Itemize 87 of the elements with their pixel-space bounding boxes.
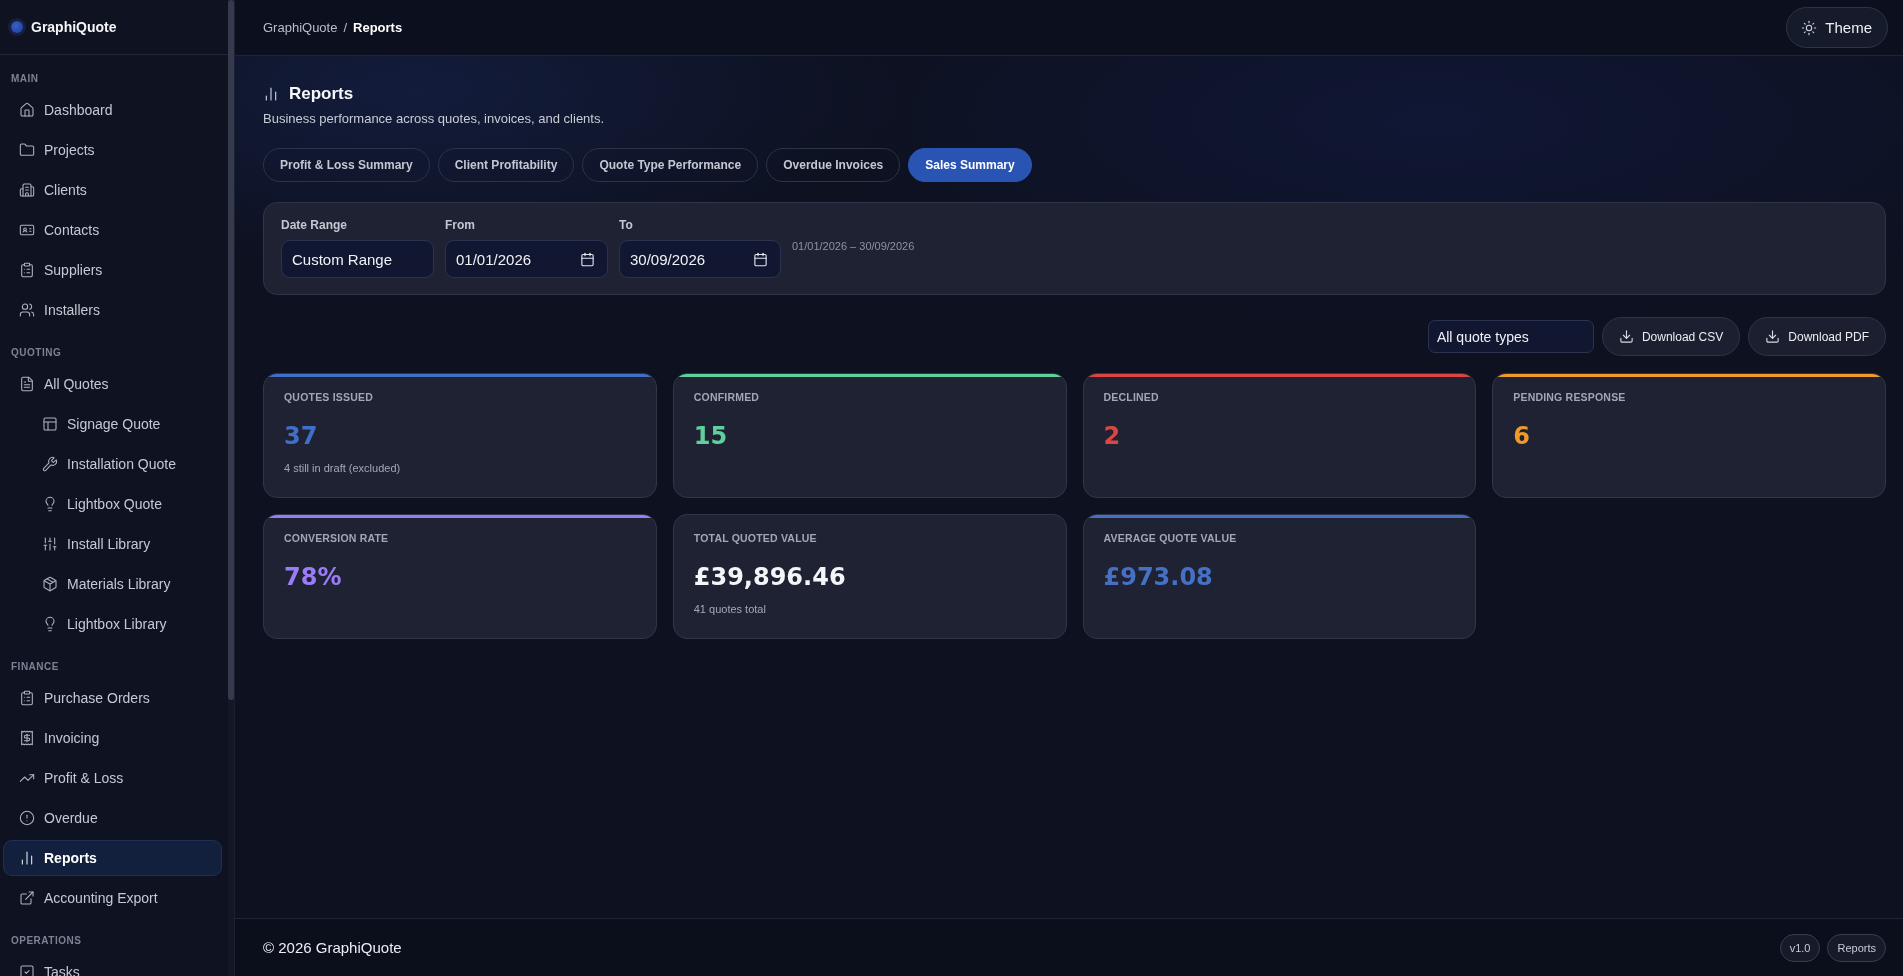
footer-tag: Reports — [1827, 933, 1886, 962]
date-field[interactable]: 01/01/2026 — [445, 240, 608, 278]
nav-item[interactable]: Purchase Orders — [3, 680, 222, 716]
stat-value: £973.08 — [1103, 562, 1214, 592]
nav-subitem[interactable]: Lightbox Library — [3, 606, 222, 642]
field-label: Date Range — [281, 218, 349, 233]
stat-label: DECLINED — [1103, 391, 1160, 404]
wrench-icon — [42, 456, 58, 472]
section-label: FINANCE — [10, 660, 60, 674]
nav-subitem[interactable]: Signage Quote — [3, 406, 222, 442]
receipt-icon — [19, 730, 35, 746]
checkbox-icon — [19, 964, 35, 976]
nav-subitem[interactable]: Install Library — [3, 526, 222, 562]
nav-item[interactable]: Dashboard — [3, 92, 222, 128]
bar-chart-icon — [263, 86, 279, 102]
stat-label: CONFIRMED — [693, 391, 761, 404]
stat-label: PENDING RESPONSE — [1513, 391, 1627, 404]
folder-icon — [19, 142, 35, 158]
copyright-text: © 2026 GraphiQuote — [263, 939, 402, 956]
footer-tag: v1.0 — [1779, 933, 1821, 962]
nav-item[interactable]: All Quotes — [3, 366, 222, 402]
stat-label: TOTAL QUOTED VALUE — [693, 532, 818, 545]
house-icon — [19, 102, 35, 118]
nav-item[interactable]: Profit & Loss — [3, 760, 222, 796]
download-button[interactable]: Download PDF — [1748, 317, 1886, 356]
document-icon — [19, 376, 35, 392]
field-label: From — [445, 218, 476, 233]
breadcrumb-separator: / — [343, 20, 348, 35]
brand-name: GraphiQuote — [31, 19, 117, 35]
stat-value: £39,896.46 — [693, 562, 847, 592]
nav-subitem[interactable]: Lightbox Quote — [3, 486, 222, 522]
date-field[interactable]: 30/09/2026 — [619, 240, 781, 278]
section-label: QUOTING — [10, 346, 63, 360]
nav-item[interactable]: Invoicing — [3, 720, 222, 756]
stat-value: 37 — [284, 421, 319, 451]
logo-dot-icon — [11, 21, 23, 33]
layout-icon — [42, 416, 58, 432]
stat-value: 78% — [284, 562, 343, 592]
section-label: OPERATIONS — [10, 934, 83, 948]
report-tab[interactable]: Sales Summary — [908, 148, 1032, 182]
stat-note: 4 still in draft (excluded) — [284, 461, 402, 475]
alert-circle-icon — [19, 810, 35, 826]
breadcrumb-link[interactable]: GraphiQuote — [263, 20, 338, 35]
date-range-select[interactable]: Custom Range — [281, 240, 434, 278]
id-card-icon — [19, 222, 35, 238]
clipboard-icon — [19, 690, 35, 706]
calendar-icon[interactable] — [753, 251, 768, 267]
lightbulb-icon — [42, 616, 58, 632]
stat-label: CONVERSION RATE — [284, 532, 390, 545]
nav-item[interactable]: Suppliers — [3, 252, 222, 288]
stat-value: 15 — [693, 421, 729, 451]
download-button[interactable]: Download CSV — [1601, 317, 1741, 356]
users-icon — [19, 302, 35, 318]
nav-item[interactable]: Projects — [3, 132, 222, 168]
page-title: Reports — [289, 84, 354, 104]
nav-item[interactable]: Installers — [3, 292, 222, 328]
nav-item[interactable]: Clients — [3, 172, 222, 208]
date-range-text: 01/01/2026 – 30/09/2026 — [792, 240, 915, 252]
sliders-icon — [42, 536, 58, 552]
theme-button[interactable]: Theme — [1786, 7, 1888, 48]
stat-value: 2 — [1103, 421, 1122, 451]
nav-subitem[interactable]: Installation Quote — [3, 446, 222, 482]
nav-item[interactable]: Overdue — [3, 800, 222, 836]
breadcrumb-current: Reports — [353, 20, 403, 35]
stat-label: QUOTES ISSUED — [284, 391, 374, 404]
lightbulb-icon — [42, 496, 58, 512]
scrollbar-thumb[interactable] — [228, 0, 234, 700]
stat-note: 41 quotes total — [693, 602, 767, 616]
section-label: MAIN — [10, 72, 40, 86]
calendar-icon[interactable] — [580, 251, 595, 267]
building-icon — [19, 182, 35, 198]
clipboard-icon — [19, 262, 35, 278]
stat-label: AVERAGE QUOTE VALUE — [1103, 532, 1238, 545]
nav-item[interactable]: Reports — [3, 840, 222, 876]
field-label: To — [619, 218, 634, 233]
nav-item[interactable]: Contacts — [3, 212, 222, 248]
external-link-icon — [19, 890, 35, 906]
download-icon — [1618, 329, 1634, 344]
nav-subitem[interactable]: Materials Library — [3, 566, 222, 602]
download-icon — [1765, 329, 1781, 344]
nav-item[interactable]: Accounting Export — [3, 880, 222, 916]
bar-chart-icon — [19, 850, 35, 866]
stat-value: 6 — [1513, 421, 1531, 451]
sun-icon — [1801, 19, 1818, 36]
quote-type-select[interactable]: All quote types — [1427, 320, 1594, 353]
page-subtitle: Business performance across quotes, invoices, and clients. — [263, 111, 606, 127]
box-icon — [42, 576, 58, 592]
